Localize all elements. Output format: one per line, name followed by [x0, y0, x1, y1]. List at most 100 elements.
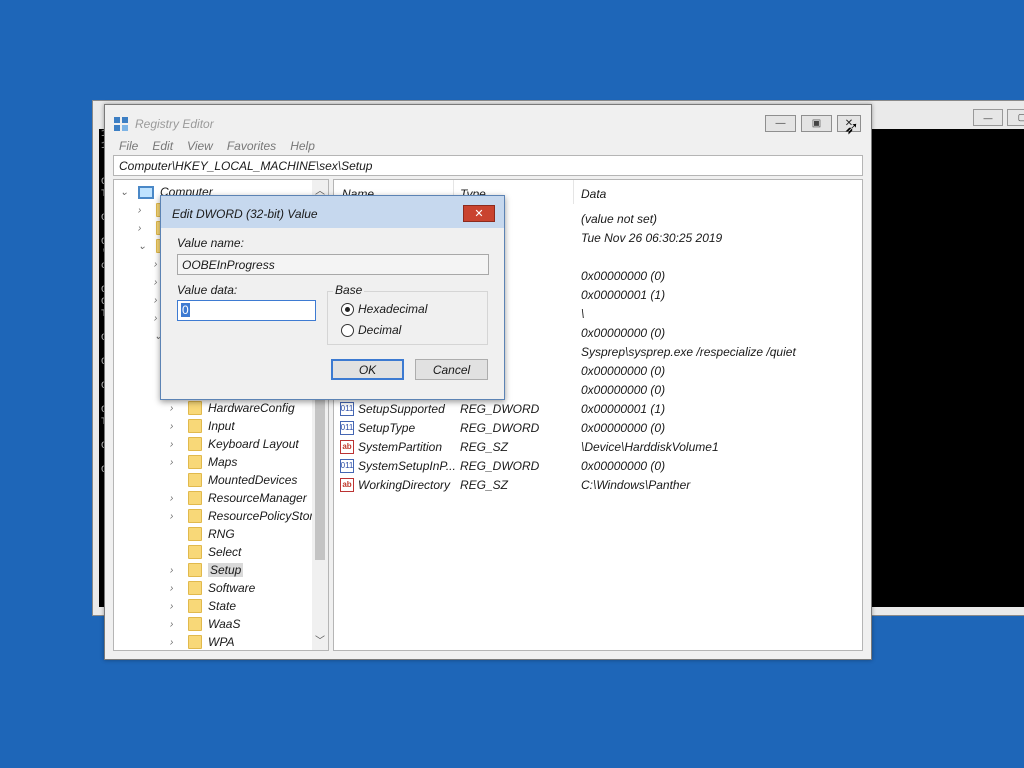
value-name-field: OOBEInProgress [177, 254, 489, 275]
maximize-button[interactable]: ▣ [801, 115, 832, 132]
folder-icon [188, 563, 202, 577]
tree-item-label: Software [208, 581, 256, 595]
value-data: 0x00000000 (0) [581, 458, 666, 473]
value-data: \Device\HarddiskVolume1 [581, 439, 719, 454]
menu-bar: File Edit View Favorites Help [105, 135, 871, 157]
chevron-right-icon[interactable]: › [170, 619, 180, 630]
hexadecimal-radio[interactable]: Hexadecimal [341, 302, 427, 316]
tree-item-setup[interactable]: › Setup [170, 561, 244, 579]
folder-icon [188, 455, 202, 469]
radio-unselected-icon[interactable] [341, 323, 354, 337]
value-name: SetupSupported [358, 401, 445, 416]
string-value-icon: ab [340, 477, 354, 492]
tree-item-resourcemanager[interactable]: › ResourceManager [170, 489, 307, 507]
decimal-radio[interactable]: Decimal [341, 323, 401, 337]
menu-view[interactable]: View [187, 139, 213, 153]
tree-item-software[interactable]: › Software [170, 579, 255, 597]
console-window-controls: — ▢ [973, 109, 1024, 126]
value-row[interactable]: 011 SetupSupported REG_DWORD 0x00000001 (1) [334, 399, 862, 418]
tree-item-wpa[interactable]: › WPA [170, 633, 234, 650]
tree-item-label: ResourcePolicyStore [208, 509, 321, 523]
menu-edit[interactable]: Edit [152, 139, 173, 153]
value-data-text: 0 [181, 303, 190, 317]
menu-favorites[interactable]: Favorites [227, 139, 276, 153]
radio-selected-icon[interactable] [341, 302, 354, 316]
minimize-button[interactable]: — [765, 115, 796, 132]
folder-icon [188, 527, 202, 541]
tree-item-select[interactable]: Select [170, 543, 241, 561]
chevron-right-icon[interactable]: › [170, 565, 180, 576]
tree-item-resourcepolicystore[interactable]: › ResourcePolicyStore [170, 507, 320, 525]
base-label: Base [333, 283, 365, 297]
tree-item-waas[interactable]: › WaaS [170, 615, 240, 633]
value-data: 0x00000000 (0) [581, 325, 666, 340]
value-data: C:\Windows\Panther [581, 477, 691, 492]
chevron-right-icon[interactable]: › [170, 511, 180, 522]
chevron-right-icon[interactable]: › [170, 457, 180, 468]
folder-icon [188, 545, 202, 559]
chevron-right-icon[interactable]: › [138, 223, 148, 234]
folder-icon [188, 581, 202, 595]
window-title: Registry Editor [135, 117, 214, 131]
ok-button[interactable]: OK [331, 359, 404, 380]
tree-item-hardwareconfig[interactable]: › HardwareConfig [170, 399, 295, 417]
folder-icon [188, 635, 202, 649]
mouse-cursor: ➶ [844, 118, 860, 138]
chevron-down-icon[interactable]: ⌄ [120, 187, 130, 198]
folder-icon [188, 599, 202, 613]
value-name: SystemPartition [358, 439, 443, 454]
scrollbar-thumb[interactable] [315, 380, 325, 560]
folder-icon [188, 509, 202, 523]
chevron-right-icon[interactable]: › [170, 493, 180, 504]
value-data: (value not set) [581, 211, 658, 226]
tree-item-label: State [208, 599, 237, 613]
chevron-right-icon[interactable]: › [138, 205, 148, 216]
value-data: 0x00000000 (0) [581, 382, 666, 397]
dword-value-icon: 011 [340, 420, 354, 435]
chevron-right-icon[interactable]: › [170, 421, 180, 432]
maximize-button[interactable]: ▢ [1007, 109, 1024, 126]
dword-value-icon: 011 [340, 401, 354, 416]
chevron-right-icon[interactable]: › [170, 583, 180, 594]
value-name-cell: 011 SystemSetupInP... [340, 458, 456, 473]
chevron-right-icon[interactable]: › [170, 403, 180, 414]
value-row[interactable]: ab WorkingDirectory REG_SZ C:\Windows\Panth… [334, 475, 862, 494]
menu-file[interactable]: File [119, 139, 138, 153]
tree-item-rng[interactable]: RNG [170, 525, 235, 543]
address-bar[interactable]: Computer\HKEY_LOCAL_MACHINE\sex\Setup [113, 155, 863, 176]
value-data-input[interactable]: 0 [177, 300, 316, 321]
tree-item-label: Keyboard Layout [208, 437, 299, 451]
close-icon[interactable]: ✕ [463, 205, 495, 222]
folder-icon [188, 437, 202, 451]
value-type: REG_DWORD [460, 401, 540, 416]
chevron-right-icon[interactable]: › [170, 439, 180, 450]
tree-item-label: HardwareConfig [208, 401, 295, 415]
value-row[interactable]: 011 SetupType REG_DWORD 0x00000000 (0) [334, 418, 862, 437]
value-name: SystemSetupInP... [358, 458, 456, 473]
cancel-button[interactable]: Cancel [415, 359, 488, 380]
value-row[interactable]: ab SystemPartition REG_SZ \Device\HarddiskV… [334, 437, 862, 456]
tree-item-label: Setup [208, 563, 244, 577]
scroll-down-icon[interactable]: ﹀ [312, 632, 328, 648]
tree-item-keyboard-layout[interactable]: › Keyboard Layout [170, 435, 299, 453]
folder-icon [188, 419, 202, 433]
value-type: REG_DWORD [460, 458, 540, 473]
tree-item-state[interactable]: › State [170, 597, 236, 615]
title-bar: Registry Editor — ▣ ✕ [105, 105, 871, 135]
menu-help[interactable]: Help [290, 139, 315, 153]
value-name: SetupType [358, 420, 416, 435]
column-header-data[interactable]: Data [574, 180, 862, 204]
tree-item-maps[interactable]: › Maps [170, 453, 237, 471]
chevron-right-icon[interactable]: › [170, 601, 180, 612]
tree-item-input[interactable]: › Input [170, 417, 235, 435]
value-name-cell: 011 SetupSupported [340, 401, 445, 416]
tree-item-mounteddevices[interactable]: MountedDevices [170, 471, 297, 489]
value-data: \ [581, 306, 585, 321]
chevron-right-icon[interactable]: › [170, 637, 180, 648]
dialog-title: Edit DWORD (32-bit) Value [172, 207, 318, 221]
value-row[interactable]: 011 SystemSetupInP... REG_DWORD 0x00000000 … [334, 456, 862, 475]
value-type: REG_DWORD [460, 420, 540, 435]
chevron-down-icon[interactable]: ⌄ [138, 241, 148, 252]
tree-item-label: Maps [208, 455, 238, 469]
minimize-button[interactable]: — [973, 109, 1003, 126]
